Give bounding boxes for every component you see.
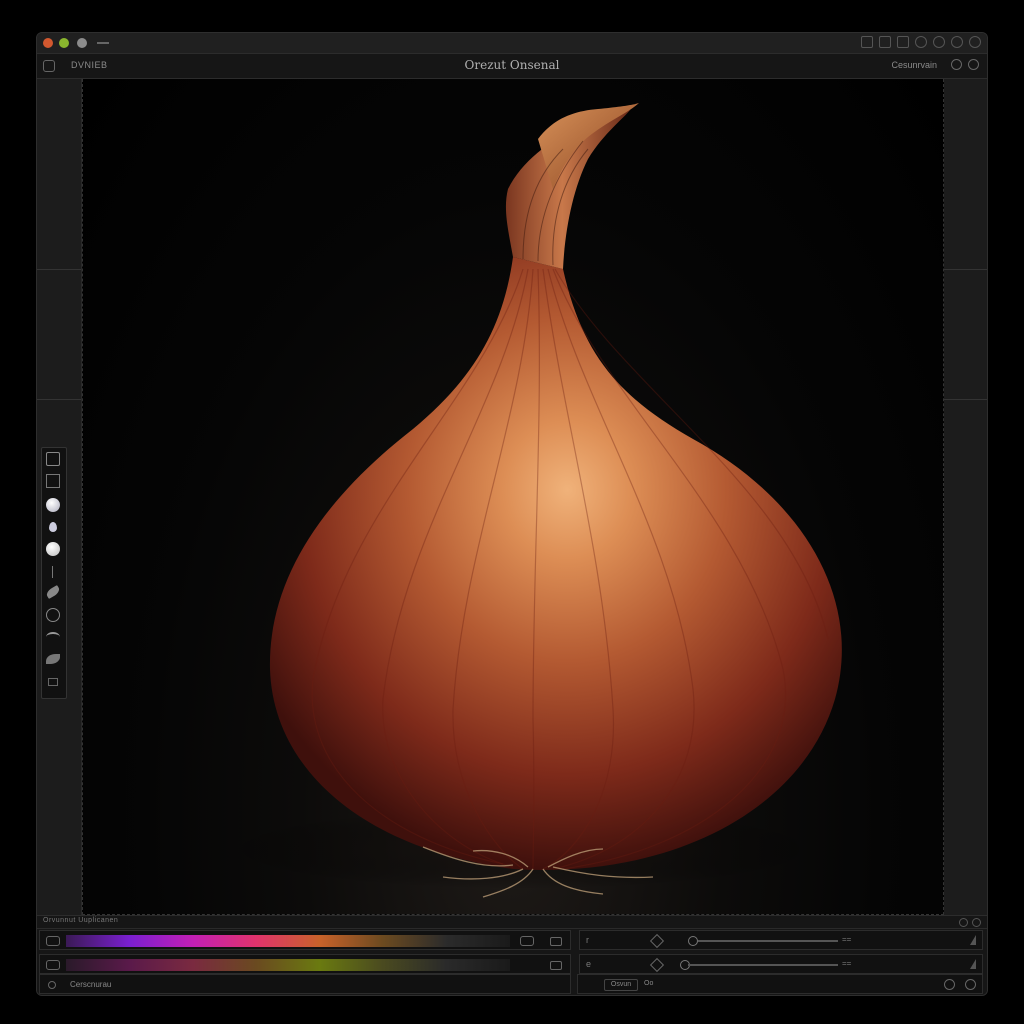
- status-right-icons: [944, 979, 976, 990]
- titlebar-settings-icon[interactable]: [861, 36, 873, 48]
- sidebar-divider: [37, 399, 81, 400]
- titlebar-dash: [97, 42, 109, 44]
- gradient-row-1[interactable]: [39, 930, 571, 950]
- status-info-icon[interactable]: [965, 979, 976, 990]
- right-sidebar: [942, 79, 987, 915]
- row-menu-icon[interactable]: [550, 961, 562, 970]
- titlebar-menu-icon[interactable]: [969, 36, 981, 48]
- eye-icon[interactable]: [46, 632, 60, 642]
- slider-row-1[interactable]: r ==: [579, 930, 983, 950]
- tool-palette: [41, 447, 67, 699]
- brush-icon[interactable]: [44, 585, 62, 599]
- zoom-icon[interactable]: [951, 59, 962, 70]
- titlebar-icons: [861, 36, 981, 48]
- gradient-bar-1[interactable]: [66, 935, 510, 947]
- titlebar-grid-icon[interactable]: [879, 36, 891, 48]
- bottom-panel-title: Orvunnut Uuplicanen: [43, 917, 119, 924]
- status-bar-left: Cerscnurau: [39, 974, 571, 994]
- droplet-icon[interactable]: [49, 522, 57, 532]
- toolbar-right-label[interactable]: Cesunrvain: [891, 60, 937, 70]
- slider-knob[interactable]: [688, 936, 698, 946]
- titlebar-view-icon[interactable]: [897, 36, 909, 48]
- panel-settings-icon[interactable]: [959, 918, 968, 927]
- titlebar-ring-icon[interactable]: [933, 36, 945, 48]
- slider-label: r: [586, 935, 589, 945]
- status-refresh-icon[interactable]: [944, 979, 955, 990]
- gradient-bar-2[interactable]: [66, 959, 510, 971]
- circle-icon[interactable]: [46, 608, 60, 622]
- status-secondary-text: Oo: [644, 980, 654, 987]
- small-square-icon[interactable]: [48, 678, 58, 686]
- slider-value: ==: [842, 935, 852, 944]
- row-toggle-icon[interactable]: [46, 936, 60, 946]
- minimize-window-button[interactable]: [59, 38, 69, 48]
- left-sidebar: [37, 79, 82, 915]
- bottom-panel: Orvunnut Uuplicanen r == e == Cerscnurau…: [37, 915, 987, 995]
- slider-track[interactable]: [688, 964, 838, 966]
- onion-illustration: [223, 103, 842, 898]
- slider-value: ==: [842, 959, 852, 968]
- sidebar-divider: [37, 269, 81, 270]
- frame-icon[interactable]: [46, 474, 60, 488]
- titlebar-oval-icon[interactable]: [951, 36, 963, 48]
- sidebar-divider: [943, 269, 987, 270]
- slider-label: e: [586, 959, 592, 969]
- row-link-icon[interactable]: [520, 936, 534, 946]
- document-title: Orezut Onsenal: [464, 58, 560, 72]
- status-chip[interactable]: Osvun: [604, 979, 638, 991]
- panel-close-icon[interactable]: [972, 918, 981, 927]
- app-window: DVNIEB Orezut Onsenal Cesunrvain Orvunnu…: [36, 32, 988, 996]
- slider-end-icon: [970, 935, 976, 945]
- maximize-window-button[interactable]: [77, 38, 87, 48]
- slider-end-icon: [970, 959, 976, 969]
- toolbar-right-icons: [951, 59, 979, 70]
- diamond-icon[interactable]: [649, 933, 665, 949]
- diamond-icon[interactable]: [649, 957, 665, 973]
- status-bar-right: Osvun Oo: [577, 974, 983, 994]
- settings-icon[interactable]: [968, 59, 979, 70]
- sphere-icon[interactable]: [46, 542, 60, 556]
- bottom-header-icons: [959, 918, 981, 927]
- titlebar: [37, 33, 987, 54]
- line-icon[interactable]: [52, 566, 53, 578]
- row-toggle-icon[interactable]: [46, 960, 60, 970]
- image-canvas[interactable]: [82, 79, 944, 915]
- sidebar-divider: [943, 399, 987, 400]
- gradient-row-2[interactable]: [39, 954, 571, 974]
- status-text: Cerscnurau: [70, 980, 112, 989]
- bottom-panel-header: Orvunnut Uuplicanen: [37, 916, 987, 929]
- row-menu-icon[interactable]: [550, 937, 562, 946]
- leaf-icon[interactable]: [46, 654, 60, 664]
- status-dot-icon: [48, 981, 56, 989]
- titlebar-circle-icon[interactable]: [915, 36, 927, 48]
- sphere-icon[interactable]: [46, 498, 60, 512]
- slider-track[interactable]: [698, 940, 838, 942]
- top-toolbar: DVNIEB Orezut Onsenal Cesunrvain: [37, 54, 987, 79]
- close-window-button[interactable]: [43, 38, 53, 48]
- select-square-icon[interactable]: [46, 452, 60, 466]
- slider-row-2[interactable]: e ==: [579, 954, 983, 974]
